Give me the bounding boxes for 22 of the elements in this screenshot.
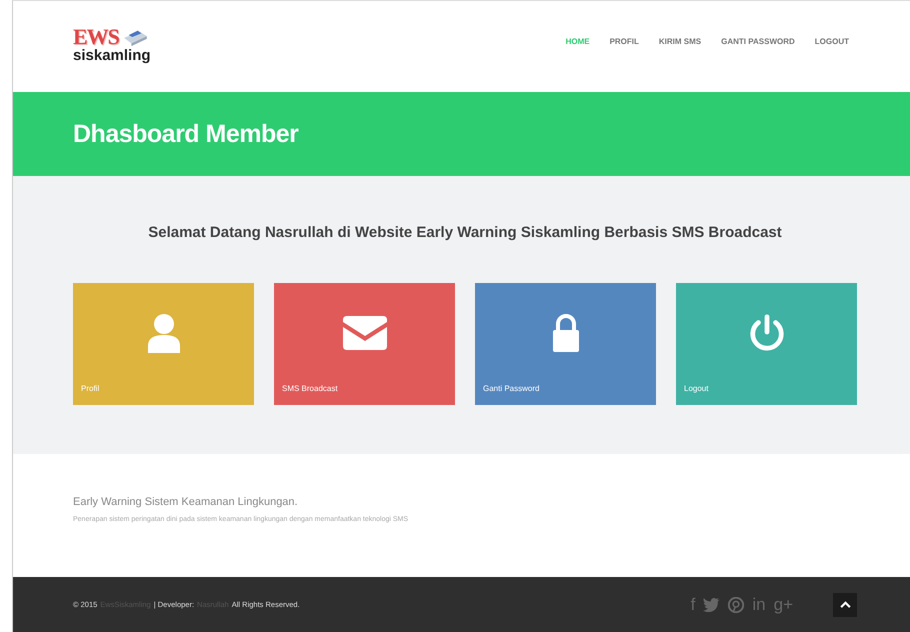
logo-name: siskamling [73,48,151,62]
menu-tile[interactable]: SMS Broadcast [274,283,455,405]
page-title: Dhasboard Member [73,120,300,148]
nav-link[interactable]: GANTI PASSWORD [721,36,795,46]
power-icon [748,314,786,352]
logo-mark: EWS [73,26,119,48]
welcome-heading: Selamat Datang Nasrullah di Website Early Warning Siskamling Berbasis SMS Broadcast [147,224,783,241]
lock-icon [552,314,580,352]
nav-link[interactable]: HOME [566,36,590,46]
menu-tile[interactable]: Ganti Password [475,283,656,405]
nav-link[interactable]: PROFIL [610,36,639,46]
bird-icon[interactable] [703,598,720,612]
back-to-top-button[interactable] [833,592,857,616]
caret-icon [840,601,850,608]
pin-icon[interactable] [728,596,744,612]
menu-tile[interactable]: Logout [676,283,857,405]
menu-tile[interactable]: Profil [73,283,254,405]
section-heading: Early Warning Sistem Keamanan Lingkungan. [73,496,299,508]
nav-link[interactable]: LOGOUT [814,36,849,46]
user-icon [146,313,180,353]
nav-link[interactable]: KIRIM SMS [658,36,702,46]
envelope-icon [342,316,386,350]
